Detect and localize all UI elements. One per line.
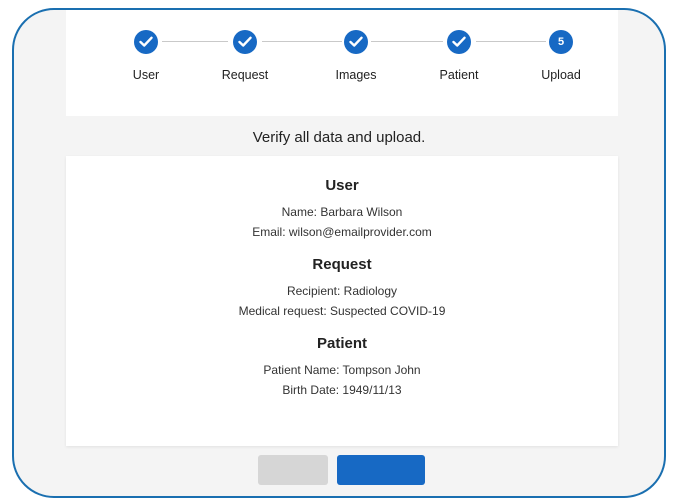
check-icon <box>238 36 252 47</box>
check-icon <box>349 36 363 47</box>
request-recipient: Recipient: Radiology <box>286 284 398 298</box>
request-medical: Medical request: Suspected COVID-19 <box>238 304 446 318</box>
back-button[interactable] <box>258 455 328 485</box>
step-request[interactable]: Request <box>185 30 305 82</box>
instruction-text: Verify all data and upload. <box>252 129 426 146</box>
step-label: Request <box>221 68 269 82</box>
step-complete-circle <box>447 30 471 54</box>
step-complete-circle <box>233 30 257 54</box>
patient-birth-date: Birth Date: 1949/11/13 <box>282 383 402 397</box>
section-title-patient: Patient <box>316 335 367 352</box>
upload-button[interactable] <box>337 455 425 485</box>
device-frame: User Request Images Patient 5 Upload Ver… <box>12 8 666 498</box>
check-icon <box>139 36 153 47</box>
user-email: Email: wilson@emailprovider.com <box>252 225 432 239</box>
check-icon <box>452 36 466 47</box>
step-upload[interactable]: 5 Upload <box>501 30 621 82</box>
stepper: User Request Images Patient 5 Upload <box>66 10 618 116</box>
user-name: Name: Barbara Wilson <box>281 205 403 219</box>
step-images[interactable]: Images <box>296 30 416 82</box>
section-title-user: User <box>325 177 359 194</box>
step-active-circle: 5 <box>549 30 573 54</box>
summary-card: User Name: Barbara Wilson Email: wilson@… <box>66 156 618 446</box>
step-complete-circle <box>344 30 368 54</box>
patient-name: Patient Name: Tompson John <box>263 363 421 377</box>
section-title-request: Request <box>312 256 372 273</box>
step-label: Images <box>335 68 377 82</box>
step-label: Upload <box>541 68 581 82</box>
step-number: 5 <box>557 36 565 48</box>
step-complete-circle <box>134 30 158 54</box>
